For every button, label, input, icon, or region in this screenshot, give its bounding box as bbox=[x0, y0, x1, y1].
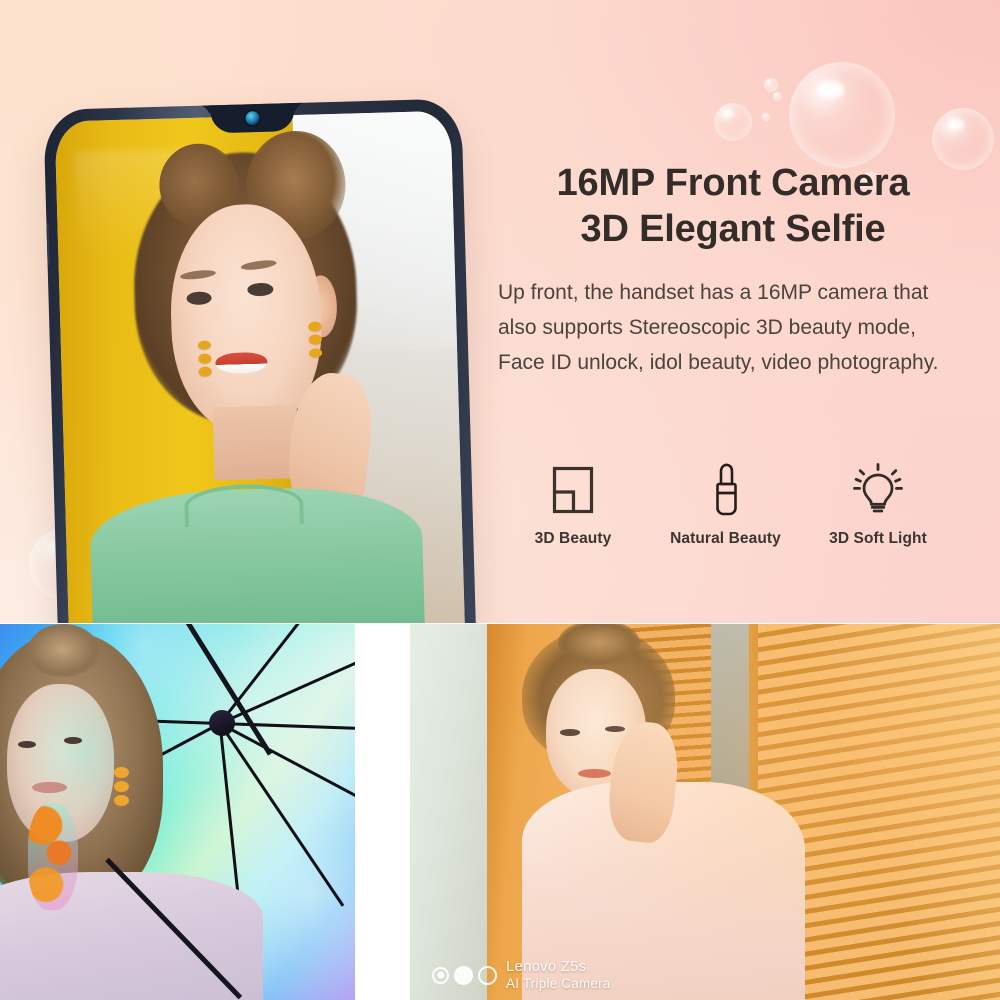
camera-watermark: Lenovo Z5s AI Triple Camera bbox=[432, 958, 610, 992]
phone-notch bbox=[210, 101, 295, 134]
phone-body bbox=[43, 98, 476, 623]
feature-list: 3D Beauty Natural Beauty 3D Soft Light bbox=[498, 462, 953, 548]
sample-photo-carousel: Lenovo Z5s AI Triple Camera ‹ bbox=[0, 624, 1000, 1000]
model-earring-left bbox=[197, 340, 213, 439]
bubble-decor-icon bbox=[762, 113, 770, 121]
camera-lens-icon bbox=[454, 965, 473, 985]
headline-line-2: 3D Elegant Selfie bbox=[580, 208, 886, 251]
camera-lens-icon bbox=[478, 965, 497, 985]
hero-panel: 16MP Front Camera 3D Elegant Selfie Up f… bbox=[0, 0, 1000, 623]
phone-side-button bbox=[43, 221, 50, 267]
camera-lens-icon bbox=[432, 966, 449, 984]
frame-3d-icon bbox=[498, 462, 648, 518]
bubble-decor-icon bbox=[773, 92, 782, 101]
promo-page: 16MP Front Camera 3D Elegant Selfie Up f… bbox=[0, 0, 1000, 1000]
sample-photo-umbrella[interactable] bbox=[0, 624, 355, 1000]
hero-copy: 16MP Front Camera 3D Elegant Selfie Up f… bbox=[498, 160, 968, 381]
model-earring bbox=[113, 766, 129, 865]
front-camera-icon bbox=[245, 111, 260, 126]
feature-item-3d-beauty: 3D Beauty bbox=[498, 462, 648, 548]
feature-label: Natural Beauty bbox=[670, 530, 781, 547]
phone-screen bbox=[54, 110, 465, 623]
model-earring-confetti bbox=[28, 804, 79, 910]
model-earring-right bbox=[307, 321, 324, 421]
lipstick-icon bbox=[651, 462, 801, 518]
triple-camera-icon bbox=[432, 965, 497, 985]
model-neck bbox=[213, 405, 299, 480]
warm-light-overlay bbox=[410, 624, 1000, 1000]
watermark-text: Lenovo Z5s AI Triple Camera bbox=[506, 958, 610, 992]
bubble-decor-icon bbox=[764, 78, 778, 92]
hero-description: Up front, the handset has a 16MP camera … bbox=[498, 280, 939, 375]
lightbulb-icon bbox=[803, 462, 953, 518]
watermark-tagline: AI Triple Camera bbox=[506, 976, 611, 992]
page-title: 16MP Front Camera 3D Elegant Selfie bbox=[498, 160, 968, 253]
watermark-device-name: Lenovo Z5s bbox=[506, 958, 587, 976]
model-hair-knot bbox=[28, 624, 100, 677]
feature-item-3d-soft-light: 3D Soft Light bbox=[803, 462, 953, 548]
feature-label: 3D Soft Light bbox=[829, 530, 927, 547]
sample-photo-shutters[interactable]: Lenovo Z5s AI Triple Camera bbox=[410, 624, 1000, 1000]
phone-mockup bbox=[43, 98, 476, 623]
headline-line-1: 16MP Front Camera bbox=[556, 162, 910, 204]
bubble-decor-icon bbox=[714, 103, 752, 141]
feature-label: 3D Beauty bbox=[534, 530, 612, 547]
model-eye-left bbox=[17, 740, 37, 749]
feature-item-natural-beauty: Natural Beauty bbox=[651, 462, 801, 548]
bubble-decor-icon bbox=[789, 62, 895, 168]
